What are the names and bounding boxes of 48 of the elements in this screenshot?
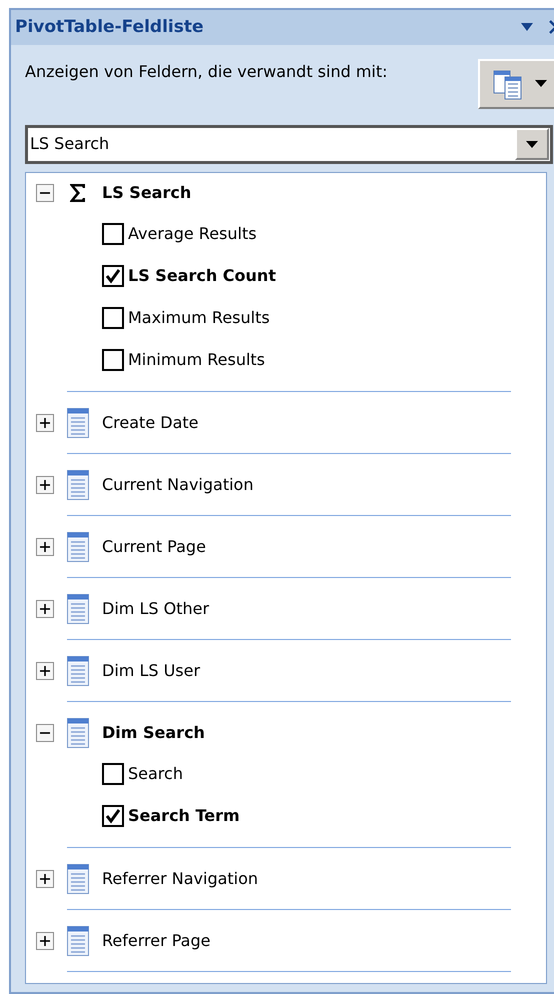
checkbox[interactable] <box>102 805 124 827</box>
tables-icon <box>493 68 523 100</box>
collapse-icon[interactable] <box>36 184 54 202</box>
related-select[interactable]: LS Search <box>25 124 553 164</box>
checkbox[interactable] <box>102 763 124 785</box>
field-group-label[interactable]: Referrer Page <box>102 929 210 953</box>
dropdown-button[interactable] <box>515 128 549 160</box>
field-group-label[interactable]: Current Navigation <box>102 473 254 497</box>
field-layout-button[interactable] <box>478 58 554 108</box>
field-group-label[interactable]: Dim LS Other <box>102 597 210 621</box>
expand-icon[interactable] <box>36 476 54 494</box>
field-label[interactable]: Minimum Results <box>128 348 266 372</box>
field-label[interactable]: Search <box>128 762 183 786</box>
checkbox[interactable] <box>102 307 124 329</box>
table-icon <box>67 718 89 748</box>
expand-icon[interactable] <box>36 932 54 950</box>
field-group-label[interactable]: Dim LS User <box>102 659 200 683</box>
dropdown-arrow-icon[interactable] <box>521 23 533 32</box>
related-fields-label: Anzeigen von Feldern, die verwandt sind mit: <box>25 60 389 82</box>
field-label[interactable]: Search Term <box>128 804 240 828</box>
field-group-label[interactable]: LS Search <box>102 181 192 205</box>
expand-icon[interactable] <box>36 870 54 888</box>
expand-icon[interactable] <box>36 538 54 556</box>
checkbox[interactable] <box>102 223 124 245</box>
field-label[interactable]: Average Results <box>128 222 257 246</box>
collapse-icon[interactable] <box>36 724 54 742</box>
table-icon <box>67 532 89 562</box>
field-group-label[interactable]: Dim Search <box>102 721 205 745</box>
table-icon <box>67 926 89 956</box>
sigma-icon <box>69 183 87 203</box>
expand-icon[interactable] <box>36 600 54 618</box>
table-icon <box>67 594 89 624</box>
expand-icon[interactable] <box>36 662 54 680</box>
table-icon <box>67 470 89 500</box>
table-icon <box>67 656 89 686</box>
expand-icon[interactable] <box>36 414 54 432</box>
field-group-label[interactable]: Current Page <box>102 535 206 559</box>
checkbox[interactable] <box>102 265 124 287</box>
field-label[interactable]: LS Search Count <box>128 264 276 288</box>
field-group-label[interactable]: Create Date <box>102 411 198 435</box>
caret-icon <box>526 140 538 148</box>
table-icon <box>67 408 89 438</box>
table-icon <box>67 864 89 894</box>
field-group-label[interactable]: Referrer Navigation <box>102 867 258 891</box>
window-title: PivotTable-Feldliste <box>15 16 205 38</box>
caret-icon <box>535 80 547 87</box>
checkbox[interactable] <box>102 349 124 371</box>
field-label[interactable]: Maximum Results <box>128 306 270 330</box>
